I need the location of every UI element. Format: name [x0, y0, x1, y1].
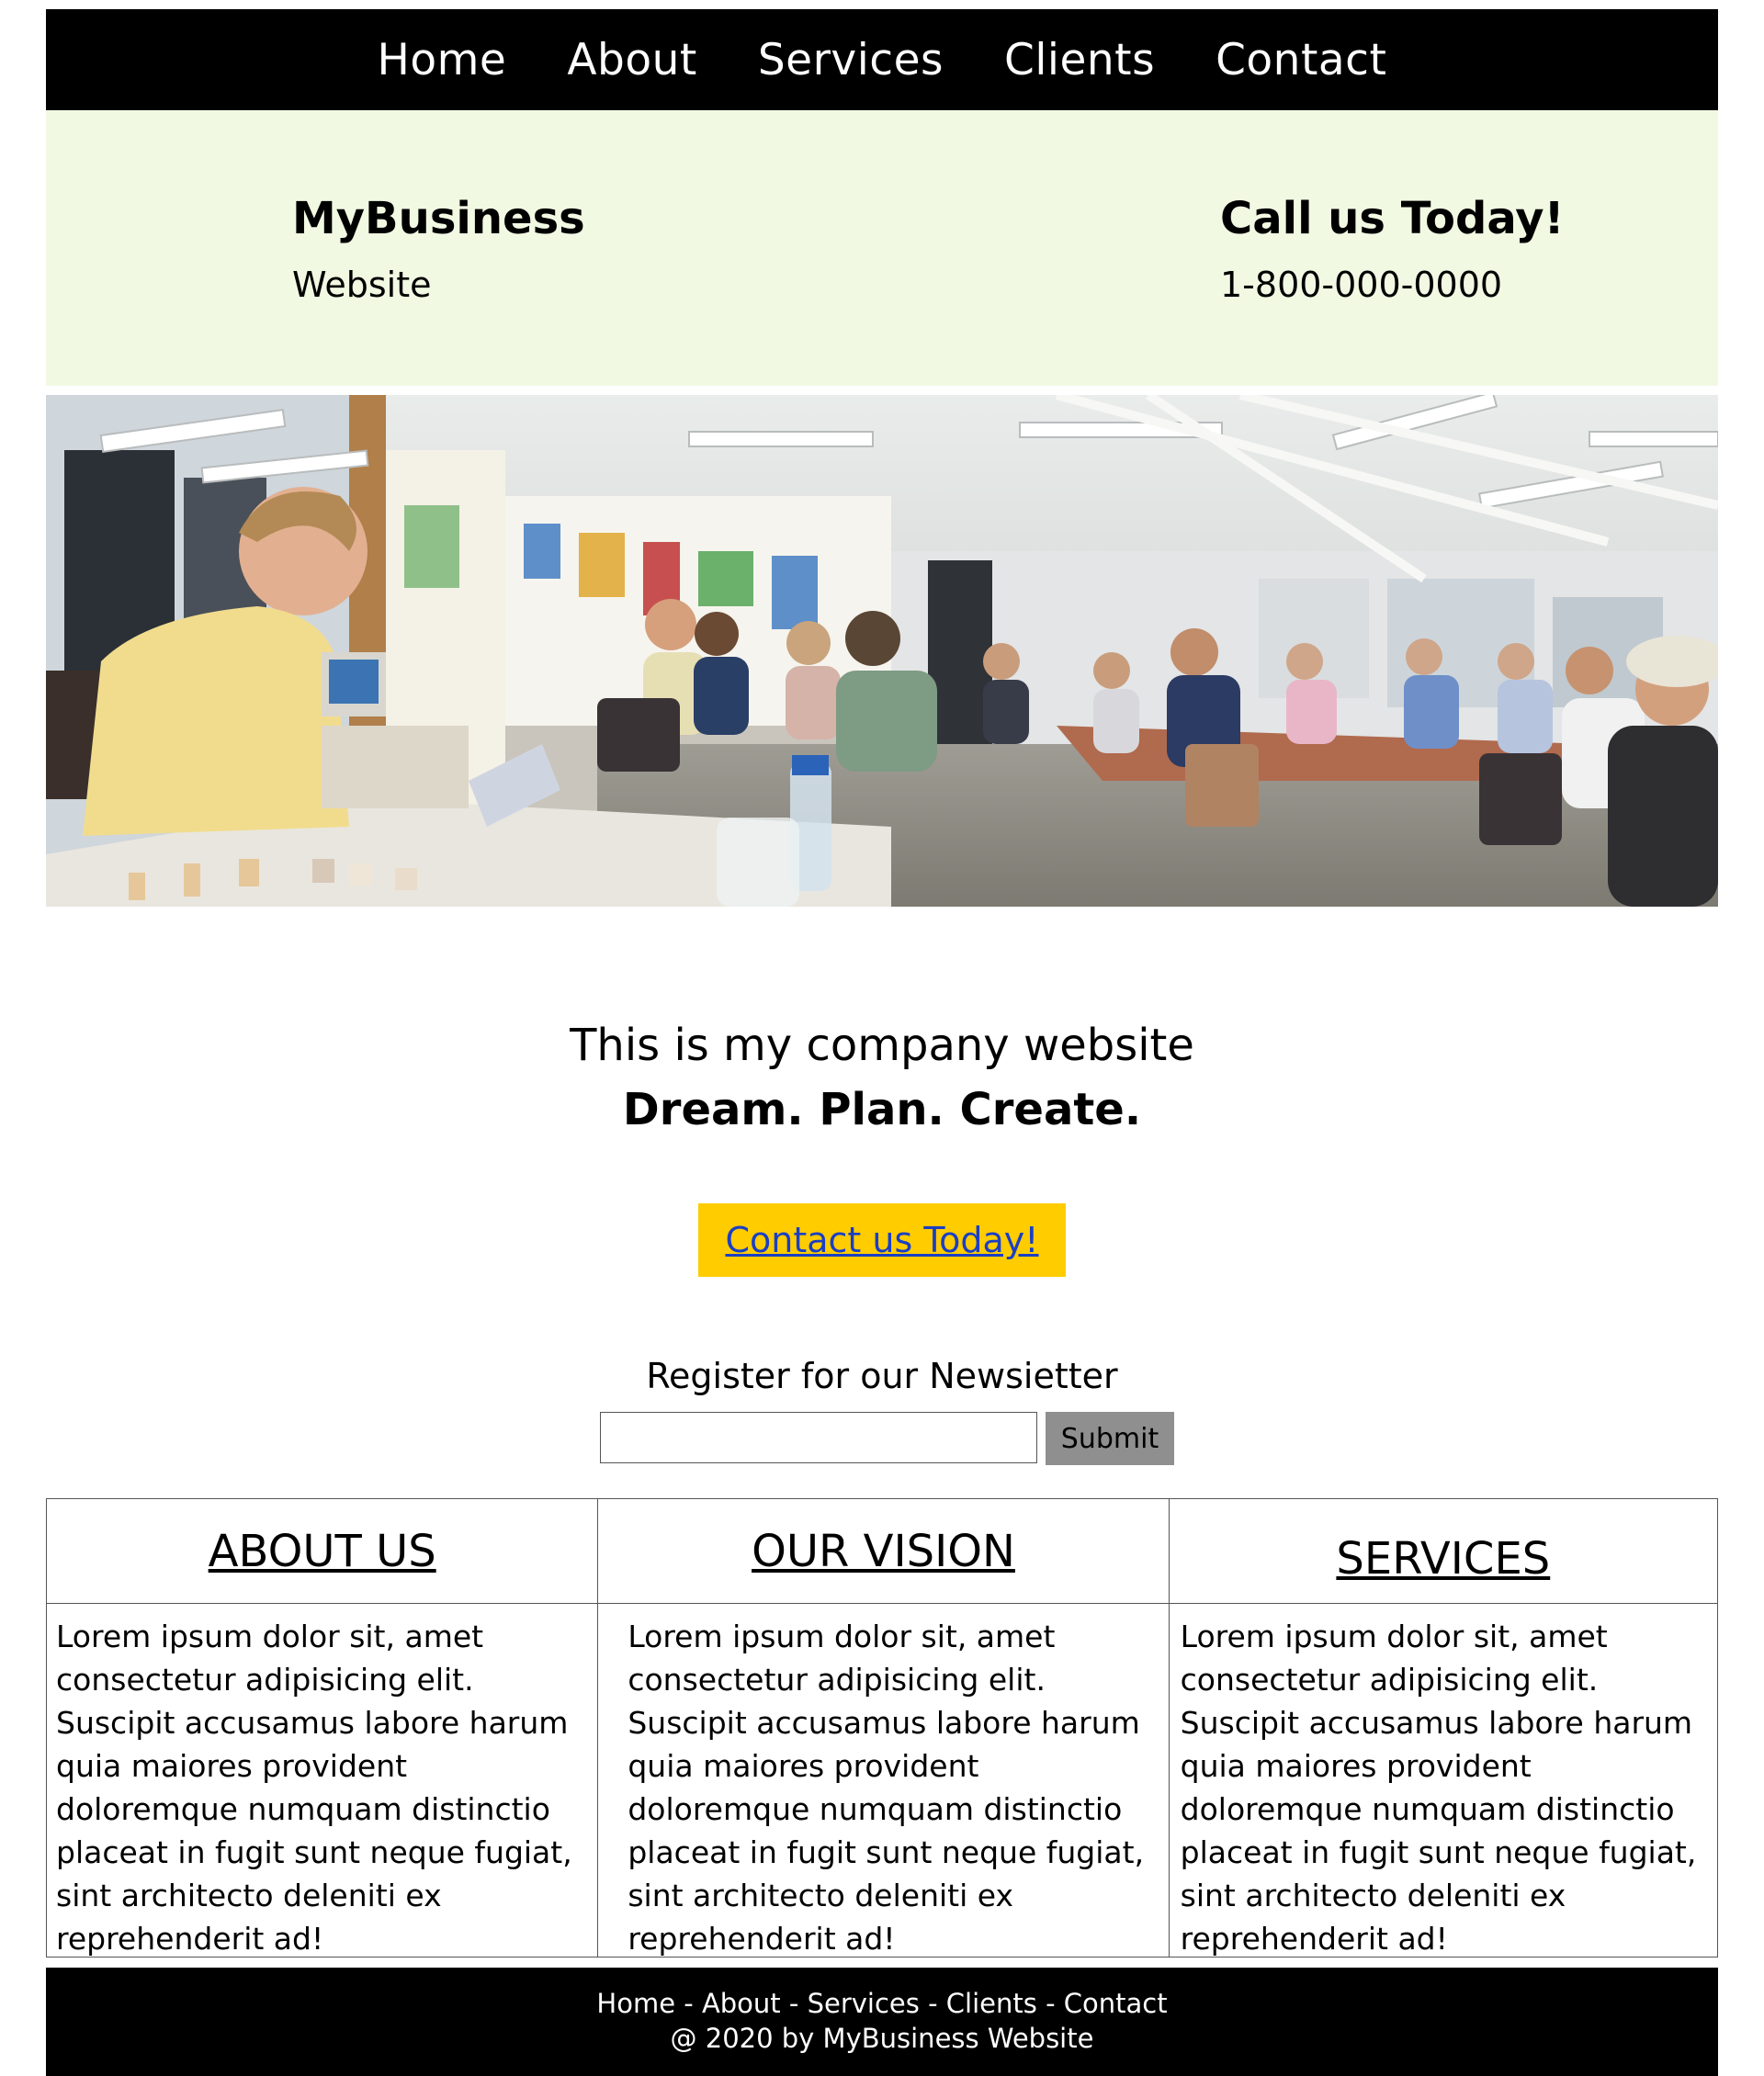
tagline: This is my company website Dream. Plan. …	[0, 1020, 1764, 1135]
brand: MyBusiness Website	[292, 193, 585, 305]
footer-separator: -	[1036, 1988, 1064, 2019]
footer-separator: -	[675, 1988, 702, 2019]
nav-about[interactable]: About	[567, 35, 696, 85]
column-header: OUR VISION	[598, 1499, 1169, 1604]
site-header: MyBusiness Website Call us Today! 1-800-…	[46, 110, 1718, 386]
footer-links: Home - About - Services - Clients - Cont…	[46, 1988, 1718, 2019]
column-header: ABOUT US	[47, 1499, 598, 1604]
nav-home[interactable]: Home	[378, 35, 507, 85]
footer-link-clients[interactable]: Clients	[946, 1988, 1037, 2019]
column-text: Lorem ipsum dolor sit, amet consectetur …	[628, 1619, 1145, 1957]
phone-number: 1-800-000-0000	[1220, 265, 1503, 305]
call-title: Call us Today!	[1220, 193, 1565, 244]
top-nav: Home About Services Clients Contact	[46, 9, 1718, 110]
tagline-line2: Dream. Plan. Create.	[622, 1084, 1142, 1135]
column-about: ABOUT US Lorem ipsum dolor sit, amet con…	[47, 1499, 598, 1957]
newsletter-email-input[interactable]	[600, 1412, 1037, 1463]
footer-separator: -	[919, 1988, 946, 2019]
footer-copyright: @ 2020 by MyBusiness Website	[670, 2023, 1094, 2054]
info-columns: ABOUT US Lorem ipsum dolor sit, amet con…	[46, 1498, 1718, 1958]
site-footer: Home - About - Services - Clients - Cont…	[46, 1968, 1718, 2076]
footer-separator: -	[780, 1988, 808, 2019]
column-text: Lorem ipsum dolor sit, amet consectetur …	[56, 1619, 572, 1957]
column-title-about[interactable]: ABOUT US	[209, 1526, 436, 1577]
column-text: Lorem ipsum dolor sit, amet consectetur …	[1180, 1619, 1697, 1957]
footer-link-home[interactable]: Home	[596, 1988, 675, 2019]
newsletter-label: Register for our Newsietter	[646, 1356, 1118, 1396]
footer-link-services[interactable]: Services	[808, 1988, 920, 2019]
nav-contact[interactable]: Contact	[1216, 35, 1386, 85]
cta-box: Contact us Today!	[698, 1203, 1066, 1277]
nav-services[interactable]: Services	[758, 35, 944, 85]
hero-image	[46, 395, 1718, 907]
column-vision: OUR VISION Lorem ipsum dolor sit, amet c…	[597, 1499, 1169, 1957]
tagline-line1: This is my company website	[570, 1020, 1194, 1071]
footer-link-contact[interactable]: Contact	[1064, 1988, 1168, 2019]
footer-link-about[interactable]: About	[702, 1988, 781, 2019]
newsletter-submit-button[interactable]: Submit	[1046, 1412, 1174, 1465]
brand-name: MyBusiness	[292, 193, 585, 244]
nav-clients[interactable]: Clients	[1004, 35, 1155, 85]
call-block: Call us Today! 1-800-000-0000	[1220, 193, 1564, 305]
brand-subtitle: Website	[292, 265, 432, 305]
column-title-services[interactable]: SERVICES	[1336, 1533, 1550, 1585]
column-title-vision[interactable]: OUR VISION	[752, 1526, 1015, 1577]
contact-us-link[interactable]: Contact us Today!	[725, 1220, 1038, 1260]
column-services: SERVICES Lorem ipsum dolor sit, amet con…	[1168, 1499, 1717, 1957]
column-header: SERVICES	[1169, 1499, 1717, 1604]
page: Home About Services Clients Contact MyBu…	[0, 0, 1764, 2076]
